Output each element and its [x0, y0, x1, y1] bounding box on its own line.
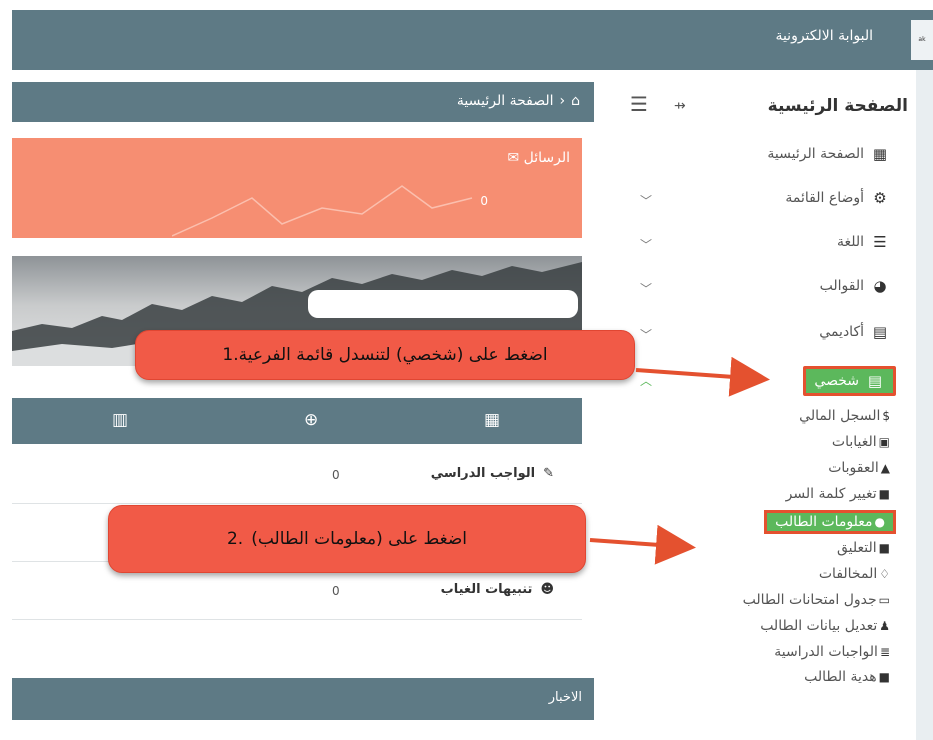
arrow-to-student-info — [589, 524, 696, 565]
callout-arrows — [589, 356, 770, 565]
arrow-to-personal — [635, 356, 770, 397]
app: البوابة الالكترونية ak الصفحة الرئيسية ⇸… — [0, 0, 933, 740]
